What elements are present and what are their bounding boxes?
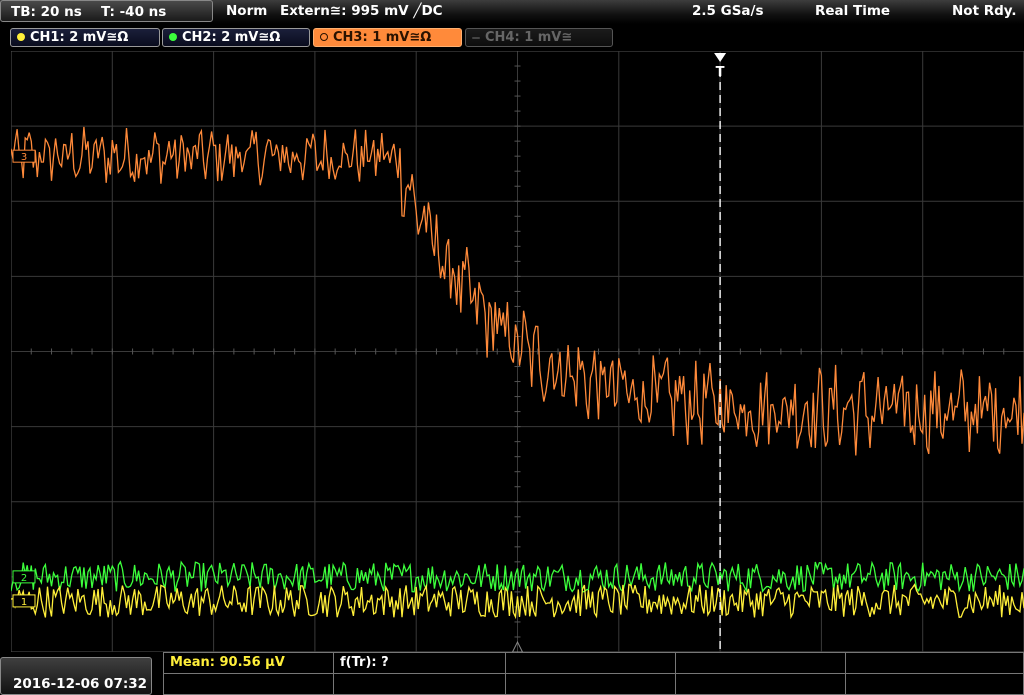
ch3-label: CH3: 1 mV≅Ω (333, 30, 432, 45)
ch4-label: CH4: 1 mV≅ (485, 30, 573, 45)
ch3-ref-marker-label: 3 (21, 152, 27, 163)
tab-ch1[interactable]: CH1: 2 mV≅Ω (10, 28, 160, 47)
measurement-cell[interactable]: Mean: 90.56 µV (163, 652, 334, 674)
footer-bar: 2016-12-06 07:32 Mean: 90.56 µV f(Tr): ? (0, 652, 1024, 695)
ch1-label: CH1: 2 mV≅Ω (30, 30, 129, 45)
ch2-indicator-icon (169, 33, 177, 41)
status-bar: TB: 20 ns T: -40 ns Norm Extern≅: 995 mV… (0, 0, 1024, 24)
measurement-cell-empty[interactable] (163, 673, 334, 695)
tab-ch3[interactable]: CH3: 1 mV≅Ω (313, 28, 462, 47)
run-state: Not Rdy. (952, 3, 1017, 19)
ch4-indicator-icon (472, 37, 480, 39)
tab-ch2[interactable]: CH2: 2 mV≅Ω (162, 28, 310, 47)
timebase-readout: TB: 20 ns (11, 4, 82, 20)
measurement-cell-empty[interactable] (505, 652, 676, 674)
ch2-label: CH2: 2 mV≅Ω (182, 30, 281, 45)
measurement-cell-empty[interactable] (333, 673, 506, 695)
timebase-panel[interactable]: TB: 20 ns T: -40 ns (0, 0, 213, 22)
measurement-cell-empty[interactable] (845, 652, 1024, 674)
measurement-cell-empty[interactable] (675, 673, 846, 695)
trigger-time-readout: T: -40 ns (101, 4, 167, 20)
trigger-label: T (716, 65, 725, 80)
measurement-cell-empty[interactable] (675, 652, 846, 674)
measurement-cell-empty[interactable] (505, 673, 676, 695)
datetime: 2016-12-06 07:32 (13, 676, 148, 692)
ch3-indicator-icon (320, 33, 328, 41)
trigger-mode[interactable]: Norm (226, 3, 267, 19)
trigger-source[interactable]: Extern≅: 995 mV ╱DC (280, 3, 443, 19)
measurement-rise-frequency: f(Tr): ? (340, 655, 389, 670)
measurement-table[interactable]: Mean: 90.56 µV f(Tr): ? (163, 652, 1024, 695)
measurement-cell[interactable]: f(Tr): ? (333, 652, 506, 674)
sample-rate[interactable]: 2.5 GSa/s (692, 3, 764, 19)
measurement-mean: Mean: 90.56 µV (170, 655, 285, 670)
measurement-cell-empty[interactable] (845, 673, 1024, 695)
ch2-ref-marker-label: 2 (21, 573, 27, 584)
ch1-indicator-icon (17, 33, 25, 41)
datetime-panel: 2016-12-06 07:32 (0, 657, 152, 695)
acquisition-mode[interactable]: Real Time (815, 3, 890, 19)
channel-bar: CH1: 2 mV≅Ω CH2: 2 mV≅Ω CH3: 1 mV≅Ω CH4:… (0, 24, 1024, 50)
waveform-display[interactable]: T 3 2 1 (11, 51, 1024, 652)
tab-ch4[interactable]: CH4: 1 mV≅ (465, 28, 613, 47)
ch1-ref-marker-label: 1 (21, 597, 27, 608)
